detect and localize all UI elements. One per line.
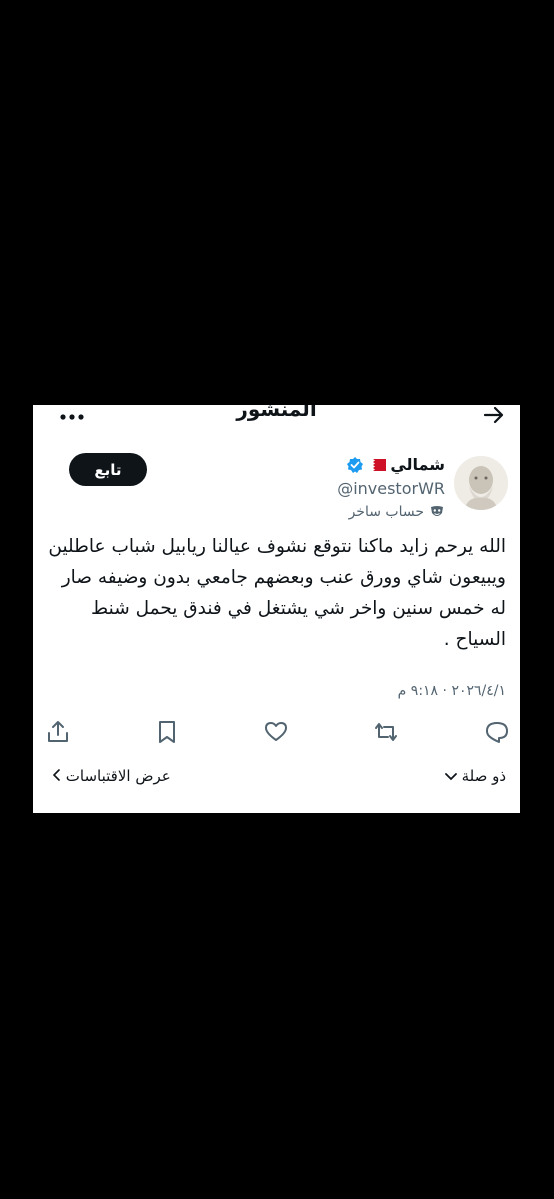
action-bar (33, 719, 520, 749)
bookmark-icon[interactable] (154, 719, 180, 745)
top-bar: المنشور (33, 405, 520, 431)
share-icon[interactable] (45, 719, 71, 745)
chevron-down-icon (444, 773, 457, 781)
display-name: شمالي (390, 455, 445, 474)
tweet-line: ويبيعون شاي وورق عنب وبعضهم جامعي بدون و… (61, 567, 506, 588)
post-card: المنشور شمالي @investorWR حساب ساخر تابع… (33, 405, 520, 813)
repost-icon[interactable] (373, 719, 399, 745)
tweet-text: الله يرحم زايد ماكنا نتوقع نشوف عيالنا ر… (43, 531, 506, 655)
page-title: المنشور (236, 405, 317, 421)
user-handle[interactable]: @investorWR (337, 479, 445, 498)
relevant-replies-dropdown[interactable]: ذو صلة (444, 767, 506, 785)
view-quotes-link[interactable]: عرض الاقتباسات (52, 767, 171, 785)
more-horizontal-icon[interactable] (59, 413, 85, 421)
bahrain-flag-icon (368, 458, 387, 471)
chevron-left-icon (52, 769, 60, 781)
avatar[interactable] (454, 456, 508, 510)
theater-mask-icon (431, 506, 443, 516)
follow-button[interactable]: تابع (69, 453, 147, 486)
verified-badge-icon (347, 456, 364, 473)
tweet-line: له خمس سنين واخر شي يشتغل في فندق يحمل ش… (91, 598, 506, 619)
tweet-line: الله يرحم زايد ماكنا نتوقع نشوف عيالنا ر… (48, 536, 506, 557)
like-icon[interactable] (263, 719, 289, 745)
quotes-label: عرض الاقتباسات (65, 767, 171, 785)
author-name-row[interactable]: شمالي (346, 455, 445, 474)
tweet-line: السياح . (443, 629, 506, 650)
parody-label: حساب ساخر (348, 504, 424, 520)
parody-label-row: حساب ساخر (349, 504, 445, 520)
relevant-label: ذو صلة (461, 767, 506, 785)
reply-icon[interactable] (484, 719, 510, 745)
statue-avatar-icon (454, 456, 508, 510)
timestamp[interactable]: ٢٠٢٦/٤/١ · ٩:١٨ م (398, 683, 506, 699)
